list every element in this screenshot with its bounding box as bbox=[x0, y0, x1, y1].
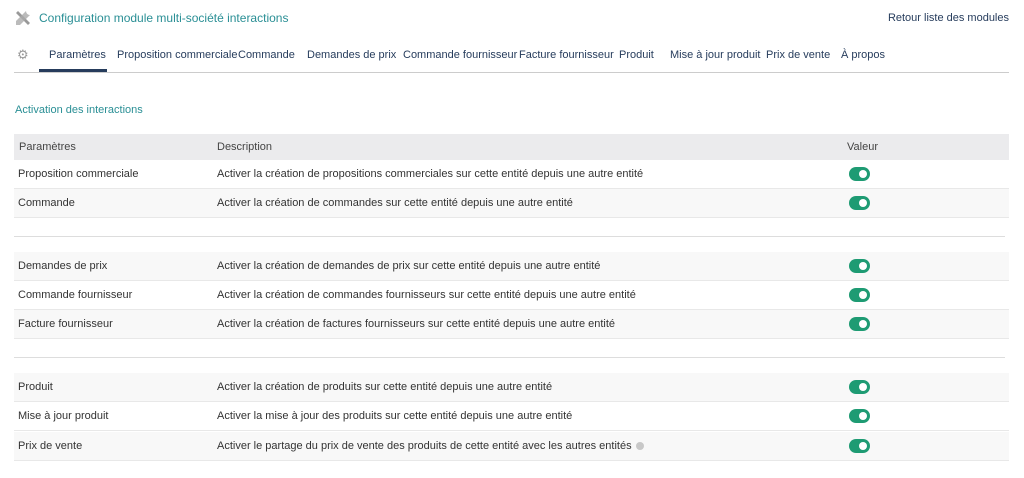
tab-demandes-de-prix[interactable]: Demandes de prix bbox=[307, 49, 396, 61]
column-header-valeur: Valeur bbox=[847, 141, 878, 153]
param-description: Activer la création de demandes de prix … bbox=[217, 260, 601, 272]
tab-commande[interactable]: Commande bbox=[238, 49, 295, 61]
param-name: Commande bbox=[18, 197, 75, 209]
param-description-wrap: Activer le partage du prix de vente des … bbox=[217, 440, 644, 452]
toggle-mise-a-jour-produit[interactable] bbox=[849, 409, 870, 423]
toggle-demandes-de-prix[interactable] bbox=[849, 259, 870, 273]
tab-facture-fournisseur[interactable]: Facture fournisseur bbox=[519, 49, 614, 61]
tab-mise-a-jour-produit[interactable]: Mise à jour produit bbox=[670, 49, 761, 61]
column-header-description: Description bbox=[217, 141, 273, 153]
table-header: Paramètres Description Valeur bbox=[14, 134, 1009, 160]
tab-parametres[interactable]: Paramètres bbox=[49, 49, 106, 61]
info-icon[interactable] bbox=[635, 442, 644, 450]
param-name: Proposition commerciale bbox=[18, 168, 139, 180]
toggle-prix-de-vente[interactable] bbox=[849, 439, 870, 453]
table-row: Mise à jour produit Activer la mise à jou… bbox=[14, 402, 1009, 431]
tab-proposition-commerciale[interactable]: Proposition commerciale bbox=[117, 49, 237, 61]
tab-commande-fournisseur[interactable]: Commande fournisseur bbox=[403, 49, 517, 61]
param-description: Activer la création de commandes sur cet… bbox=[217, 197, 573, 209]
toggle-commande-fournisseur[interactable] bbox=[849, 288, 870, 302]
tab-produit[interactable]: Produit bbox=[619, 49, 654, 61]
column-header-parametres: Paramètres bbox=[19, 141, 76, 153]
tab-a-propos[interactable]: À propos bbox=[841, 49, 885, 61]
param-description: Activer la mise à jour des produits sur … bbox=[217, 410, 573, 422]
group-separator bbox=[14, 236, 1005, 237]
section-title: Activation des interactions bbox=[15, 104, 143, 116]
toggle-produit[interactable] bbox=[849, 380, 870, 394]
table-row: Commande fournisseur Activer la création … bbox=[14, 281, 1009, 310]
param-name: Demandes de prix bbox=[18, 260, 108, 272]
param-name: Facture fournisseur bbox=[18, 318, 113, 330]
gear-icon[interactable]: ⚙ bbox=[17, 47, 29, 63]
param-name: Prix de vente bbox=[18, 440, 83, 452]
tabs-divider bbox=[14, 72, 1009, 73]
table-row: Produit Activer la création de produits s… bbox=[14, 373, 1009, 402]
tab-prix-de-vente[interactable]: Prix de vente bbox=[766, 49, 830, 61]
table-row: Facture fournisseur Activer la création d… bbox=[14, 310, 1009, 339]
param-description: Activer le partage du prix de vente des … bbox=[217, 440, 632, 452]
tools-icon bbox=[16, 11, 30, 25]
param-description: Activer la création de produits sur cett… bbox=[217, 381, 553, 393]
toggle-commande[interactable] bbox=[849, 196, 870, 210]
toggle-proposition-commerciale[interactable] bbox=[849, 167, 870, 181]
table-row: Demandes de prix Activer la création de d… bbox=[14, 252, 1009, 281]
param-description: Activer la création de propositions comm… bbox=[217, 168, 644, 180]
page-title: Configuration module multi-société inter… bbox=[39, 11, 289, 25]
param-description: Activer la création de commandes fournis… bbox=[217, 289, 636, 301]
table-row: Prix de vente Activer le partage du prix … bbox=[14, 432, 1009, 461]
group-separator bbox=[14, 357, 1005, 358]
param-name: Commande fournisseur bbox=[18, 289, 133, 301]
toggle-facture-fournisseur[interactable] bbox=[849, 317, 870, 331]
table-row: Proposition commerciale Activer la créati… bbox=[14, 160, 1009, 189]
param-name: Mise à jour produit bbox=[18, 410, 109, 422]
back-to-modules-link[interactable]: Retour liste des modules bbox=[888, 12, 1009, 24]
param-description: Activer la création de factures fourniss… bbox=[217, 318, 616, 330]
table-row: Commande Activer la création de commandes… bbox=[14, 189, 1009, 218]
param-name: Produit bbox=[18, 381, 53, 393]
